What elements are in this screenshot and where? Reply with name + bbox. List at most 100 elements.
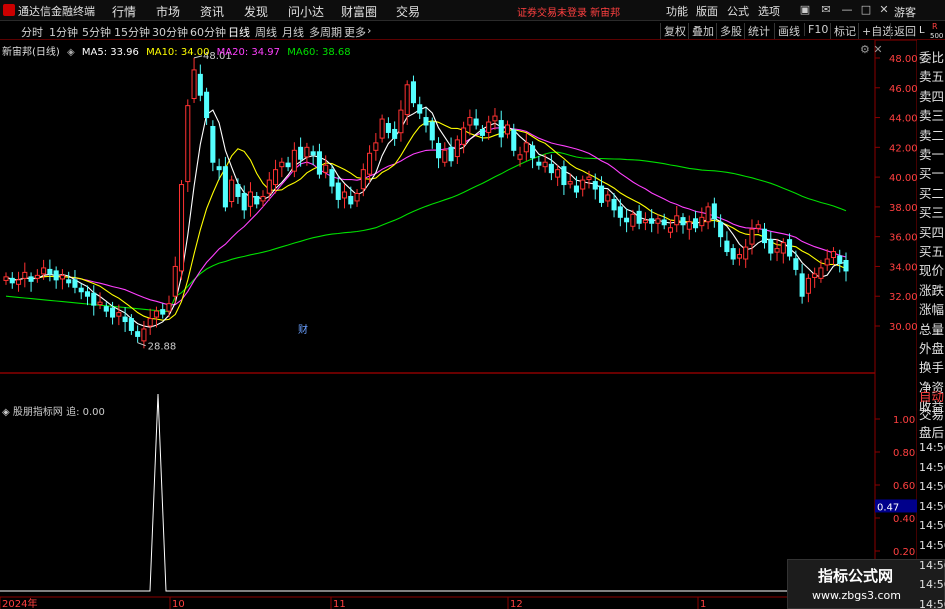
- menu-ask[interactable]: 问小达: [288, 3, 324, 20]
- side-after-hours: 盘后: [919, 425, 945, 440]
- period-30min[interactable]: 30分钟: [152, 24, 188, 40]
- period-15min[interactable]: 15分钟: [114, 24, 150, 40]
- candle-down: [9, 277, 15, 284]
- restore-rights-button[interactable]: 复权: [660, 23, 689, 39]
- menu-wealth[interactable]: 财富圈: [341, 3, 377, 20]
- settings-icon[interactable]: ⚙ ✕: [860, 43, 883, 56]
- candle-up: [824, 258, 830, 266]
- menu-discover[interactable]: 发现: [244, 3, 268, 20]
- mail-icon[interactable]: ✉: [818, 2, 834, 18]
- candle-up: [341, 191, 348, 199]
- options-button[interactable]: 选项: [758, 3, 780, 19]
- toggle-icon[interactable]: ◈: [67, 47, 75, 58]
- candle-up: [304, 146, 310, 158]
- kline-chart[interactable]: 48.00 46.00 44.00 42.00 40.00 38.00 36.00 34.00…: [0, 40, 917, 609]
- candle-up: [567, 181, 573, 185]
- period-more[interactable]: 更多: [344, 24, 366, 40]
- candle-down: [53, 270, 59, 281]
- period-1min[interactable]: 1分钟: [49, 24, 78, 40]
- f10-button[interactable]: F10: [804, 23, 831, 36]
- candle-down: [110, 307, 116, 318]
- draw-line-button[interactable]: 画线: [774, 23, 803, 39]
- candle-down: [410, 81, 417, 104]
- sub-indicator: [0, 393, 875, 592]
- candle-up: [736, 254, 742, 259]
- toggle-icon[interactable]: ◈: [2, 407, 10, 418]
- candle-up: [354, 192, 360, 202]
- formula-button[interactable]: 公式: [727, 3, 749, 19]
- chevron-right-icon[interactable]: ›: [367, 24, 371, 37]
- menu-news[interactable]: 资讯: [200, 3, 224, 20]
- statistics-button[interactable]: 统计: [744, 23, 773, 39]
- candle-up: [586, 176, 592, 180]
- candle-down: [530, 145, 536, 159]
- maximize-icon[interactable]: □: [858, 2, 874, 18]
- candle-up: [22, 271, 28, 279]
- skin-icon[interactable]: ▣: [797, 2, 813, 18]
- side-item: 现价: [919, 263, 945, 279]
- candle-down: [448, 146, 454, 162]
- indicator-label: 股朋指标网 追: 0.00: [12, 407, 105, 418]
- mark-button[interactable]: 标记: [830, 23, 859, 39]
- candle-down: [680, 217, 686, 226]
- period-intraday[interactable]: 分时: [21, 24, 43, 40]
- period-monthly[interactable]: 月线: [282, 24, 304, 40]
- guest-label[interactable]: 游客: [894, 4, 916, 20]
- candle-down: [128, 318, 134, 331]
- candle-down: [298, 146, 304, 160]
- period-multi[interactable]: 多周期: [309, 24, 342, 40]
- candle-down: [843, 259, 849, 272]
- ma5-polyline: [5, 106, 847, 328]
- indicator-spike-line: [0, 393, 875, 592]
- period-60min[interactable]: 60分钟: [190, 24, 226, 40]
- candle-up: [279, 161, 285, 168]
- back-button[interactable]: 返回: [890, 23, 919, 39]
- side-time: 14:56: [919, 519, 945, 533]
- candle-down: [417, 104, 423, 114]
- ma20-polyline: [5, 127, 847, 306]
- candle-down: [624, 217, 630, 223]
- y-tick-label: 36.00: [889, 233, 917, 244]
- layout-button[interactable]: 版面: [696, 3, 718, 19]
- candle-up: [172, 265, 178, 297]
- overlay-button[interactable]: 叠加: [688, 23, 717, 39]
- menu-quotes[interactable]: 行情: [112, 3, 136, 20]
- period-5min[interactable]: 5分钟: [82, 24, 111, 40]
- candle-down: [768, 239, 774, 254]
- candle-up: [542, 161, 548, 168]
- side-item: 卖四: [919, 88, 945, 104]
- x-tick-label: 1: [700, 599, 706, 609]
- candle-down: [91, 292, 97, 306]
- side-item: 买三: [919, 205, 945, 221]
- side-item: 总量: [919, 321, 945, 337]
- ma5-line: [5, 106, 847, 328]
- candle-down: [235, 184, 241, 197]
- side-item: 卖五: [919, 69, 945, 85]
- side-time: 14:56: [919, 480, 945, 494]
- axis-labels: 48.00 46.00 44.00 42.00 40.00 38.00 36.00 34.00…: [2, 51, 917, 609]
- candle-up: [185, 105, 191, 183]
- candle-up: [743, 246, 749, 260]
- candle-up: [141, 328, 147, 342]
- candle-down: [548, 163, 554, 174]
- candle-up: [59, 274, 65, 280]
- candle-down: [718, 221, 724, 238]
- close-icon[interactable]: ✕: [876, 2, 892, 18]
- minimize-icon[interactable]: —: [839, 2, 855, 18]
- candle-down: [241, 192, 247, 211]
- candle-down: [761, 228, 768, 244]
- candle-up: [166, 303, 172, 312]
- candle-down: [611, 198, 617, 211]
- multi-stock-button[interactable]: 多股: [716, 23, 745, 39]
- period-weekly[interactable]: 周线: [255, 24, 277, 40]
- side-item: 买二: [919, 185, 945, 201]
- menu-market[interactable]: 市场: [156, 3, 180, 20]
- candle-up: [830, 251, 836, 259]
- side-label-500: 500: [930, 32, 944, 40]
- menu-trade[interactable]: 交易: [396, 3, 420, 20]
- period-daily[interactable]: 日线: [228, 24, 250, 40]
- function-button[interactable]: 功能: [666, 3, 688, 19]
- y-tick-label: 34.00: [889, 262, 917, 273]
- candle-down: [724, 240, 730, 253]
- candle-up: [780, 242, 786, 254]
